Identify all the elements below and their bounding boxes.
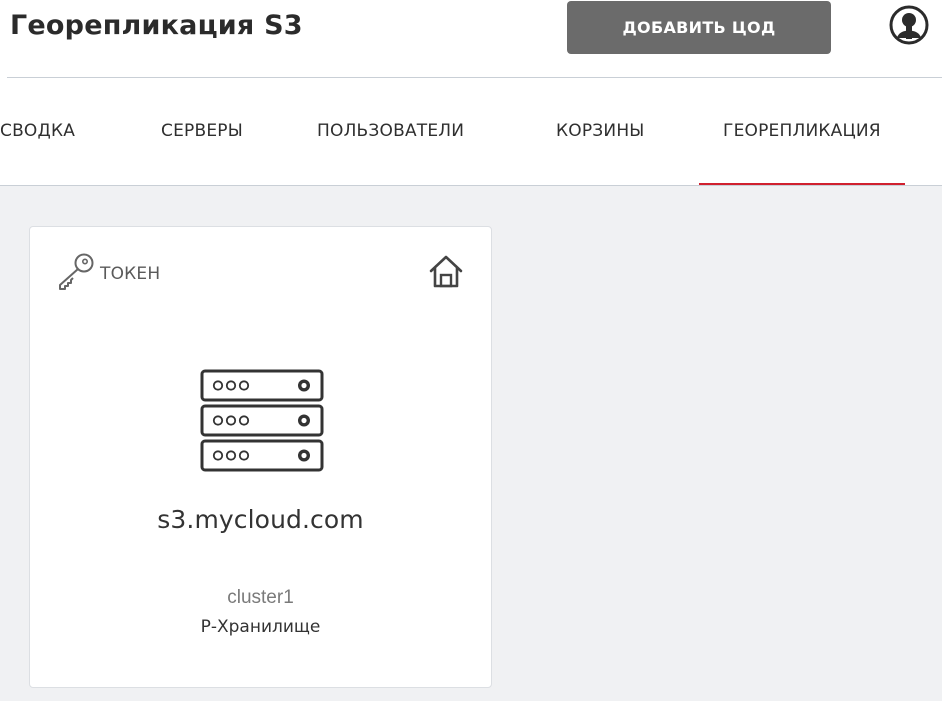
- token-label: ТОКЕН: [100, 263, 161, 284]
- content-area: ТОКЕН s3.mycloud.com cluster1 Р-Хранилищ…: [0, 186, 942, 701]
- datacenter-hostname: s3.mycloud.com: [157, 505, 364, 534]
- page-title: Георепликация S3: [10, 10, 303, 41]
- home-icon[interactable]: [428, 254, 464, 290]
- user-icon[interactable]: [889, 5, 929, 45]
- cluster-name: cluster1: [227, 587, 294, 608]
- token-link[interactable]: ТОКЕН: [54, 251, 160, 296]
- tab-servers[interactable]: СЕРВЕРЫ: [161, 78, 243, 184]
- tab-summary[interactable]: СВОДКА: [0, 78, 75, 184]
- tab-georeplication[interactable]: ГЕОРЕПЛИКАЦИЯ: [699, 78, 905, 186]
- storage-type: Р-Хранилище: [200, 617, 321, 637]
- server-stack-icon: [200, 369, 324, 472]
- tab-buckets[interactable]: КОРЗИНЫ: [556, 78, 645, 184]
- header: Георепликация S3 ДОБАВИТЬ ЦОД: [0, 0, 942, 78]
- key-icon: [54, 251, 98, 296]
- tab-bar: СВОДКА СЕРВЕРЫ ПОЛЬЗОВАТЕЛИ КОРЗИНЫ ГЕОР…: [0, 78, 942, 186]
- datacenter-card[interactable]: ТОКЕН s3.mycloud.com cluster1 Р-Хранилищ…: [29, 226, 492, 688]
- tab-users[interactable]: ПОЛЬЗОВАТЕЛИ: [317, 78, 464, 184]
- add-datacenter-button[interactable]: ДОБАВИТЬ ЦОД: [567, 1, 831, 54]
